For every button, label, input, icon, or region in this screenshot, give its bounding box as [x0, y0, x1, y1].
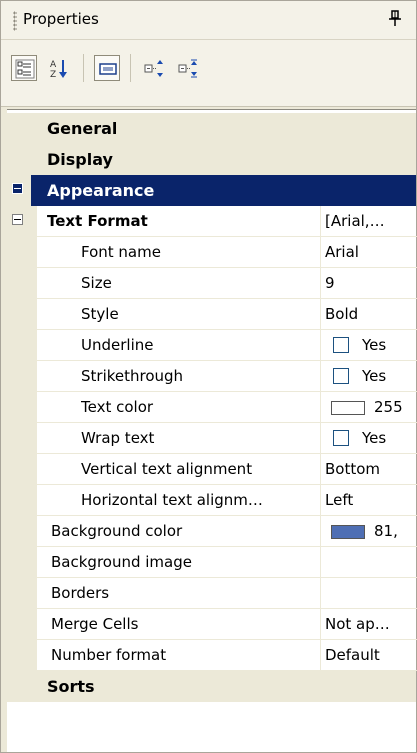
- category-label: Sorts: [47, 677, 95, 696]
- property-row[interactable]: Wrap text Yes: [7, 423, 417, 454]
- property-name: Number format: [51, 646, 167, 664]
- property-value-cell[interactable]: Bold: [320, 299, 417, 330]
- category-display[interactable]: Display: [7, 144, 416, 175]
- property-value: Left: [325, 491, 354, 509]
- property-name: Wrap text: [81, 429, 155, 447]
- property-name: Text color: [81, 398, 154, 416]
- property-value-cell[interactable]: 9: [320, 268, 417, 299]
- property-row[interactable]: Font name Arial: [7, 237, 417, 268]
- property-row[interactable]: Vertical text alignment Bottom: [7, 454, 417, 485]
- property-value-cell[interactable]: Arial: [320, 237, 417, 268]
- toolbar: A Z: [1, 40, 416, 107]
- property-name: Background color: [51, 522, 183, 540]
- property-row[interactable]: Size 9: [7, 268, 417, 299]
- property-name: Background image: [51, 553, 192, 571]
- property-value-cell[interactable]: Not ap…: [320, 609, 417, 640]
- property-pages-icon: [99, 63, 117, 75]
- property-row[interactable]: Background image: [7, 547, 417, 578]
- property-value-cell[interactable]: [320, 578, 417, 609]
- svg-text:Z: Z: [50, 70, 56, 80]
- property-name: Font name: [81, 243, 161, 261]
- property-value-cell[interactable]: 255: [320, 392, 417, 423]
- collapse-all-button[interactable]: [175, 55, 201, 81]
- property-value: 255: [374, 398, 403, 416]
- category-general[interactable]: General: [7, 113, 416, 144]
- property-row[interactable]: Number format Default: [7, 640, 417, 671]
- svg-text:A: A: [50, 60, 57, 70]
- property-value-cell[interactable]: 81,: [320, 516, 417, 547]
- checkbox[interactable]: [333, 337, 349, 353]
- property-value-cell[interactable]: Bottom: [320, 454, 417, 485]
- property-row[interactable]: Borders: [7, 578, 417, 609]
- property-value: 9: [325, 274, 335, 292]
- title-bar: Properties: [1, 1, 416, 40]
- checkbox[interactable]: [333, 430, 349, 446]
- property-row[interactable]: Underline Yes: [7, 330, 417, 361]
- property-row-text-format[interactable]: Text Format [Arial,…: [7, 206, 417, 237]
- categorized-icon: [15, 59, 35, 79]
- property-name: Underline: [81, 336, 154, 354]
- property-name: Borders: [51, 584, 110, 602]
- property-row[interactable]: Horizontal text alignm… Left: [7, 485, 417, 516]
- color-swatch: [331, 401, 365, 415]
- property-name: Text Format: [47, 212, 148, 230]
- property-value: Arial: [325, 243, 359, 261]
- property-value-cell[interactable]: [320, 547, 417, 578]
- color-swatch: [331, 525, 365, 539]
- property-pages-button[interactable]: [94, 55, 120, 81]
- properties-panel: Properties A Z General Display Appearanc…: [0, 0, 417, 753]
- property-value: 81,: [374, 522, 398, 540]
- property-row[interactable]: Merge Cells Not ap…: [7, 609, 417, 640]
- property-value-cell[interactable]: Yes: [320, 423, 417, 454]
- alphabetical-button[interactable]: A Z: [46, 55, 72, 81]
- pushpin-icon[interactable]: [387, 9, 403, 29]
- property-row[interactable]: Style Bold: [7, 299, 417, 330]
- property-grid: General Display Appearance Text Format […: [7, 109, 417, 752]
- property-row[interactable]: Text color 255: [7, 392, 417, 423]
- property-value: Not ap…: [325, 615, 390, 633]
- category-label: Appearance: [47, 181, 155, 200]
- property-name: Merge Cells: [51, 615, 139, 633]
- collapse-icon[interactable]: [12, 214, 23, 225]
- categorized-button[interactable]: [11, 55, 37, 81]
- property-value: Yes: [362, 336, 387, 354]
- property-name: Style: [81, 305, 119, 323]
- property-value: Bold: [325, 305, 359, 323]
- property-name: Size: [81, 274, 112, 292]
- collapse-all-icon: [178, 59, 197, 78]
- property-name: Vertical text alignment: [81, 460, 253, 478]
- collapse-icon[interactable]: [12, 183, 23, 194]
- property-value-cell[interactable]: Left: [320, 485, 417, 516]
- drag-grip[interactable]: [13, 11, 17, 31]
- property-name: Strikethrough: [81, 367, 184, 385]
- category-sorts[interactable]: Sorts: [7, 671, 416, 702]
- property-value: Bottom: [325, 460, 381, 478]
- property-value: Default: [325, 646, 380, 664]
- property-value-cell[interactable]: Default: [320, 640, 417, 671]
- category-appearance[interactable]: Appearance: [7, 175, 416, 206]
- category-label: Display: [47, 150, 113, 169]
- property-value-cell[interactable]: Yes: [320, 361, 417, 392]
- property-name: Horizontal text alignm…: [81, 491, 263, 509]
- property-value-cell[interactable]: Yes: [320, 330, 417, 361]
- property-value: Yes: [362, 367, 387, 385]
- panel-title: Properties: [23, 10, 99, 28]
- checkbox[interactable]: [333, 368, 349, 384]
- property-value: Yes: [362, 429, 387, 447]
- category-label: General: [47, 119, 118, 138]
- property-row[interactable]: Background color 81,: [7, 516, 417, 547]
- expand-all-button[interactable]: [141, 55, 167, 81]
- sort-az-icon: A Z: [50, 60, 67, 80]
- property-row[interactable]: Strikethrough Yes: [7, 361, 417, 392]
- property-value: [Arial,…: [325, 212, 385, 230]
- expand-all-icon: [144, 60, 163, 77]
